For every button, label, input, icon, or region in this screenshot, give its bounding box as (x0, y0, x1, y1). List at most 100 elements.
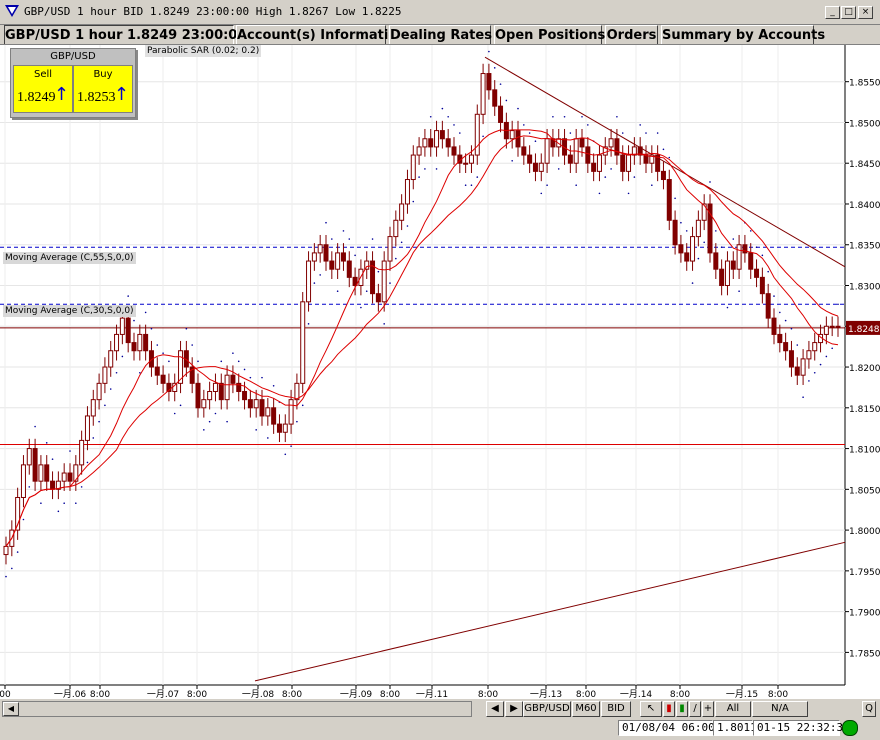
candle-body (137, 333, 143, 352)
candle-body (306, 260, 312, 303)
period-button[interactable]: M60 (572, 701, 600, 717)
candle-body (131, 342, 137, 352)
candle-body (823, 325, 829, 335)
chart-panel[interactable]: 1.8550 1.8500 1.8450 1.8400 1.8350 1.8300 1.82… (0, 44, 880, 699)
app-logo-icon (5, 5, 19, 17)
zoom-all-button[interactable]: All (715, 701, 751, 717)
tab-summary-by-accounts[interactable]: Summary by Accounts (661, 25, 825, 45)
sar-dot (342, 230, 345, 232)
sar-dot (191, 344, 193, 346)
sar-dot (104, 404, 106, 407)
candle-body (242, 390, 248, 401)
sar-dot (534, 140, 537, 143)
candle-body (748, 252, 754, 270)
sar-dot (732, 238, 735, 240)
sar-dot (389, 282, 391, 284)
sar-dot (418, 176, 420, 178)
candle-body (445, 138, 451, 148)
buy-label: Buy (93, 69, 113, 80)
ma55-indicator-label[interactable]: Moving Average (C,55,S,0,0) (3, 252, 136, 264)
ma30-indicator-label[interactable]: Moving Average (C,30,S,0,0) (3, 305, 136, 317)
candle-body (230, 374, 236, 384)
buy-box[interactable]: Buy 1.8253 ↑ (73, 65, 133, 113)
cursor-tool-icon[interactable]: ↖ (640, 701, 662, 717)
sar-dot (511, 159, 513, 162)
candle-body (759, 276, 765, 295)
y-tick-label: 1.8550 (849, 79, 880, 89)
y-tick-label: 1.8100 (849, 446, 880, 456)
candle-body (724, 260, 730, 287)
zoom-na-button[interactable]: N/A (752, 701, 808, 717)
side-button[interactable]: BID (601, 701, 631, 717)
candle-body (434, 130, 440, 148)
clock-field: 01-15 22:32:34 (753, 720, 850, 736)
sar-dot (802, 396, 804, 399)
sar-dot (395, 257, 397, 260)
sell-box[interactable]: Sell 1.8249 ↑ (13, 65, 73, 113)
tab-dealing-rates[interactable]: Dealing Rates (389, 25, 492, 45)
sar-dot (813, 371, 816, 374)
nav-next-button[interactable]: ▶ (505, 701, 523, 717)
candle-body (259, 399, 265, 417)
candle-body (102, 366, 108, 384)
sar-dot (144, 311, 147, 314)
sar-dot (220, 360, 223, 363)
y-tick-label: 1.8400 (849, 201, 880, 211)
sar-dot (540, 192, 543, 195)
candle-body (672, 219, 678, 246)
x-tick-label: 8:00 (478, 690, 498, 699)
window-titlebar: GBP/USD 1 hour BID 1.8249 23:00:00 High … (0, 0, 880, 25)
sar-dot (726, 306, 729, 309)
tab-open-positions[interactable]: Open Positions (494, 25, 605, 45)
candle-body (224, 374, 230, 401)
sar-dot (150, 327, 153, 330)
tab-orders[interactable]: Orders (605, 25, 658, 45)
candle-body (160, 374, 166, 384)
cursor-price-field: 1.8011 (713, 720, 757, 736)
q-button[interactable]: Q (862, 701, 876, 717)
sar-dot (819, 363, 822, 366)
line-tool-icon[interactable]: / (689, 701, 701, 717)
sar-dot (627, 192, 630, 195)
candle-body (596, 154, 602, 172)
sar-dot (319, 274, 321, 276)
sar-dot (226, 420, 228, 423)
candle-body (666, 179, 672, 221)
candle-body (26, 448, 32, 466)
candle-body (684, 252, 690, 262)
sar-dot (685, 230, 688, 232)
candle-body (119, 317, 125, 335)
sar-dot (133, 319, 135, 322)
candle-body (678, 244, 684, 254)
scroll-left-arrow-icon[interactable]: ◀ (3, 702, 19, 716)
minimize-button[interactable]: _ (825, 6, 840, 19)
sar-dot (173, 412, 176, 415)
candle-body (695, 219, 701, 238)
sar-dot (563, 115, 566, 118)
tab-account-information[interactable]: Account(s) Information (236, 25, 407, 45)
sar-dot (232, 352, 234, 354)
sar-indicator-label[interactable]: Parabolic SAR (0.02; 0.2) (145, 45, 262, 57)
close-button[interactable]: × (858, 6, 873, 19)
x-tick-label: 8:00 (282, 690, 302, 699)
x-tick-label: 一月.09 (340, 689, 373, 699)
x-tick-label: 一月.07 (147, 689, 179, 699)
symbol-button[interactable]: GBP/USD (523, 701, 571, 717)
y-tick-label: 1.7950 (849, 568, 880, 578)
sar-dot (825, 355, 828, 358)
maximize-button[interactable]: □ (841, 6, 856, 19)
horizontal-scrollbar[interactable]: ◀ (2, 701, 472, 717)
sar-dot (63, 502, 65, 504)
sar-dot (290, 445, 292, 447)
zoom-tool-icon[interactable]: + (702, 701, 714, 717)
candle-body (340, 252, 346, 262)
nav-prev-button[interactable]: ◀ (486, 701, 504, 717)
sar-dot (621, 132, 624, 134)
price-chart[interactable]: 1.8550 1.8500 1.8450 1.8400 1.8350 1.8300 1.82… (0, 45, 880, 699)
tab-chart[interactable]: GBP/USD 1 hour 1.8249 23:00:00 (4, 25, 246, 45)
bar-tool-icon[interactable]: ▮ (676, 701, 688, 717)
candle-tool-icon[interactable]: ▮ (663, 701, 675, 717)
candle-body (428, 138, 434, 148)
candle-body (300, 301, 306, 384)
connection-status-icon (842, 720, 858, 736)
